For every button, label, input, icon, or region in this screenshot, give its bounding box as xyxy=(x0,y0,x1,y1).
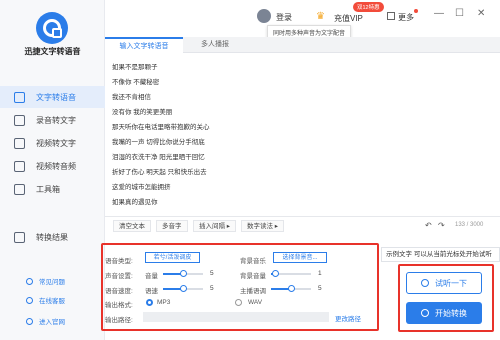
preview-label: 示例文字 xyxy=(386,251,412,258)
video-audio-icon xyxy=(14,160,25,172)
bg-volume-label: 背景音量 xyxy=(240,273,266,280)
text-line: 折好了伤心 明天起 只和快乐出去 xyxy=(112,169,207,176)
voice-type-select[interactable]: 若兮/活泼调皮 xyxy=(145,252,200,263)
sidebar-item-toolbox[interactable]: 工具箱 xyxy=(0,178,105,200)
grid-icon[interactable] xyxy=(387,12,395,20)
pitch-label: 主播语调 xyxy=(240,288,266,295)
text-to-speech-icon xyxy=(14,91,25,103)
editor-toolbar: 清空文本 多音字 插入间隔 ▸ 数字读法 ▸ ↶ ↷ 133 / 3000 xyxy=(105,216,500,234)
login-button[interactable]: 登录 xyxy=(276,12,292,23)
change-path-link[interactable]: 更改路径 xyxy=(335,313,361,323)
tab-text-to-speech[interactable]: 输入文字转语音 xyxy=(105,37,183,53)
speed-label: 语音速度: xyxy=(105,288,133,295)
sidebar: 迅捷文字转语音 文字转语音 录音转文字 视频转文字 视频转音频 工具箱 转换结果… xyxy=(0,0,105,340)
headphones-icon xyxy=(421,279,429,287)
volume-value: 5 xyxy=(210,270,214,277)
character-count: 133 / 3000 xyxy=(455,222,484,228)
bg-volume-value: 1 xyxy=(318,270,322,277)
text-line: 没有你 我的笑更美丽 xyxy=(112,109,173,116)
format-label: 输出格式: xyxy=(105,302,133,309)
minimize-icon[interactable]: — xyxy=(434,8,444,19)
preview-text-field[interactable]: 示例文字 可以从当前光标处开始试听 xyxy=(381,247,500,262)
crown-icon: ♛ xyxy=(316,11,325,22)
volume-label: 音量 xyxy=(145,273,158,280)
text-line: 如果真的遇见你 xyxy=(112,199,158,206)
format-wav-radio[interactable] xyxy=(235,299,242,306)
volume-slider-knob[interactable] xyxy=(179,270,187,277)
sound-settings-label: 声音设置: xyxy=(105,273,133,280)
clear-text-button[interactable]: 清空文本 xyxy=(113,220,151,232)
faq-icon xyxy=(26,277,33,285)
recording-icon xyxy=(14,114,25,126)
format-wav-label: WAV xyxy=(248,299,263,306)
text-line: 不像你 不藏秘密 xyxy=(112,79,160,86)
maximize-icon[interactable]: ☐ xyxy=(455,8,464,19)
insert-pause-button[interactable]: 插入间隔 ▸ xyxy=(193,220,237,232)
sidebar-item-text-to-speech[interactable]: 文字转语音 xyxy=(0,86,105,108)
online-service-link[interactable]: 在线客服 xyxy=(0,293,105,307)
output-path-label: 输出路径: xyxy=(105,317,133,324)
voice-type-label: 语音类型: xyxy=(105,258,133,265)
toolbox-icon xyxy=(14,183,25,195)
website-icon xyxy=(26,317,33,325)
text-line: 那天听你在电话里略带抱歉的关心 xyxy=(112,124,210,131)
start-convert-button[interactable]: 开始转换 xyxy=(406,302,482,324)
undo-icon[interactable]: ↶ xyxy=(425,221,432,230)
pitch-value: 5 xyxy=(318,285,322,292)
redo-icon[interactable]: ↷ xyxy=(438,221,445,230)
preview-text: 可以从当前光标处开始试听 xyxy=(413,251,492,258)
close-icon[interactable]: ✕ xyxy=(477,8,485,19)
polyphone-button[interactable]: 多音字 xyxy=(156,220,188,232)
service-icon xyxy=(26,296,33,304)
sidebar-item-recording-to-text[interactable]: 录音转文字 xyxy=(0,109,105,131)
text-line: 泪湿的衣洗干净 阳光里晒干回忆 xyxy=(112,154,205,161)
rate-slider-knob[interactable] xyxy=(179,285,187,292)
tab-multi-broadcast[interactable]: 多人播报 xyxy=(183,37,247,53)
video-icon xyxy=(14,137,25,149)
bg-music-label: 背景音乐 xyxy=(240,258,266,265)
app-title: 迅捷文字转语音 xyxy=(24,47,81,56)
output-path-field[interactable] xyxy=(143,312,329,322)
sidebar-item-video-to-text[interactable]: 视频转文字 xyxy=(0,132,105,154)
pitch-slider[interactable] xyxy=(271,285,311,292)
listen-button[interactable]: 试听一下 xyxy=(406,272,482,294)
bg-volume-slider-knob[interactable] xyxy=(271,270,279,277)
format-mp3-label: MP3 xyxy=(157,299,171,306)
app-logo-icon xyxy=(36,12,68,44)
volume-slider[interactable] xyxy=(163,270,203,277)
rate-label: 语速 xyxy=(145,288,158,295)
rate-value: 5 xyxy=(210,285,214,292)
more-menu-button[interactable]: 更多 xyxy=(398,12,414,23)
vip-promo-badge: 双12特惠 xyxy=(353,2,384,12)
tab-bar: 输入文字转语音 多人播报 xyxy=(105,37,500,53)
text-line: 我还不肯相信 xyxy=(112,94,151,101)
number-reading-button[interactable]: 数字读法 ▸ xyxy=(241,220,285,232)
website-link[interactable]: 进入官网 xyxy=(0,314,105,328)
user-avatar-icon[interactable] xyxy=(257,9,271,23)
convert-icon xyxy=(421,309,429,317)
text-line: 我嘴的一声 切得比你说分手彻底 xyxy=(112,139,205,146)
bg-music-select[interactable]: 选择背景音... xyxy=(273,252,327,263)
text-editor[interactable]: 如果不是那颗子 不像你 不藏秘密 我还不肯相信 没有你 我的笑更美丽 那天听你在… xyxy=(112,60,492,215)
text-line: 如果不是那颗子 xyxy=(112,64,158,71)
sidebar-item-results[interactable]: 转换结果 xyxy=(0,226,105,248)
rate-slider[interactable] xyxy=(163,285,203,292)
format-mp3-radio[interactable] xyxy=(146,299,153,306)
bg-volume-slider[interactable] xyxy=(271,270,311,277)
sidebar-item-video-to-audio[interactable]: 视频转音频 xyxy=(0,155,105,177)
notification-dot xyxy=(414,9,418,13)
vip-button[interactable]: 充值VIP xyxy=(334,13,363,24)
pitch-slider-knob[interactable] xyxy=(287,285,295,292)
result-icon xyxy=(14,231,25,243)
text-line: 这爱的城市怎能拥挤 xyxy=(112,184,171,191)
faq-link[interactable]: 常见问题 xyxy=(0,274,105,288)
